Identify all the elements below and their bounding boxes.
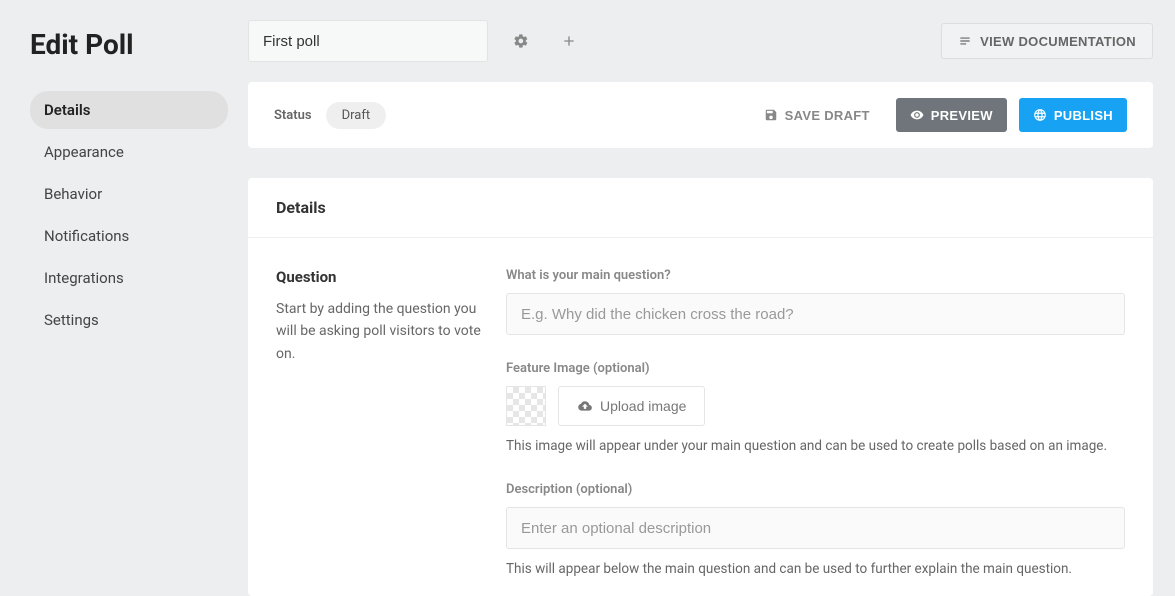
nav: Details Appearance Behavior Notification… [30, 91, 228, 339]
topbar: VIEW DOCUMENTATION [248, 20, 1153, 62]
add-button[interactable] [554, 26, 584, 56]
question-side: Question Start by adding the question yo… [276, 268, 506, 586]
sidebar-item-label: Details [44, 101, 90, 119]
question-field-group: What is your main question? [506, 268, 1125, 335]
status-bar: Status Draft SAVE DRAFT PREVIEW PUBLISH [248, 82, 1153, 148]
upload-label: Upload image [600, 398, 686, 414]
upload-image-button[interactable]: Upload image [558, 386, 705, 426]
status-badge: Draft [326, 102, 387, 129]
doc-button-label: VIEW DOCUMENTATION [980, 34, 1136, 49]
globe-icon [1033, 108, 1047, 122]
feature-image-group: Feature Image (optional) Upload image Th… [506, 361, 1125, 456]
preview-label: PREVIEW [931, 108, 993, 123]
feature-image-help: This image will appear under your main q… [506, 436, 1125, 456]
feature-image-label: Feature Image (optional) [506, 361, 1125, 376]
doc-icon [958, 34, 972, 48]
page-title: Edit Poll [30, 28, 228, 61]
form-body: Question Start by adding the question yo… [248, 238, 1153, 596]
save-icon [764, 108, 778, 122]
sidebar-item-label: Integrations [44, 269, 124, 287]
view-documentation-button[interactable]: VIEW DOCUMENTATION [941, 23, 1153, 59]
sidebar-item-integrations[interactable]: Integrations [30, 259, 228, 297]
settings-button[interactable] [506, 26, 536, 56]
sidebar: Edit Poll Details Appearance Behavior No… [0, 0, 248, 587]
cloud-upload-icon [577, 399, 593, 413]
main: VIEW DOCUMENTATION Status Draft SAVE DRA… [248, 0, 1175, 587]
question-label: What is your main question? [506, 268, 1125, 283]
details-card: Details Question Start by adding the que… [248, 178, 1153, 596]
gear-icon [513, 33, 529, 49]
plus-icon [561, 33, 577, 49]
sidebar-item-label: Notifications [44, 227, 129, 245]
description-input[interactable] [506, 507, 1125, 549]
sidebar-item-notifications[interactable]: Notifications [30, 217, 228, 255]
question-help: Start by adding the question you will be… [276, 298, 486, 365]
details-heading: Details [248, 178, 1153, 238]
sidebar-item-settings[interactable]: Settings [30, 301, 228, 339]
preview-button[interactable]: PREVIEW [896, 98, 1007, 132]
image-preview [506, 386, 546, 426]
description-group: Description (optional) This will appear … [506, 482, 1125, 579]
save-draft-button[interactable]: SAVE DRAFT [750, 98, 884, 132]
description-help: This will appear below the main question… [506, 559, 1125, 579]
publish-label: PUBLISH [1054, 108, 1113, 123]
description-label: Description (optional) [506, 482, 1125, 497]
eye-icon [910, 108, 924, 122]
question-input[interactable] [506, 293, 1125, 335]
status-label: Status [274, 108, 312, 123]
sidebar-item-label: Settings [44, 311, 99, 329]
sidebar-item-label: Appearance [44, 143, 124, 161]
sidebar-item-behavior[interactable]: Behavior [30, 175, 228, 213]
question-title: Question [276, 268, 486, 286]
sidebar-item-appearance[interactable]: Appearance [30, 133, 228, 171]
poll-name-input[interactable] [248, 20, 488, 62]
sidebar-item-label: Behavior [44, 185, 102, 203]
publish-button[interactable]: PUBLISH [1019, 98, 1127, 132]
save-draft-label: SAVE DRAFT [785, 108, 870, 123]
form-fields: What is your main question? Feature Imag… [506, 268, 1125, 586]
sidebar-item-details[interactable]: Details [30, 91, 228, 129]
